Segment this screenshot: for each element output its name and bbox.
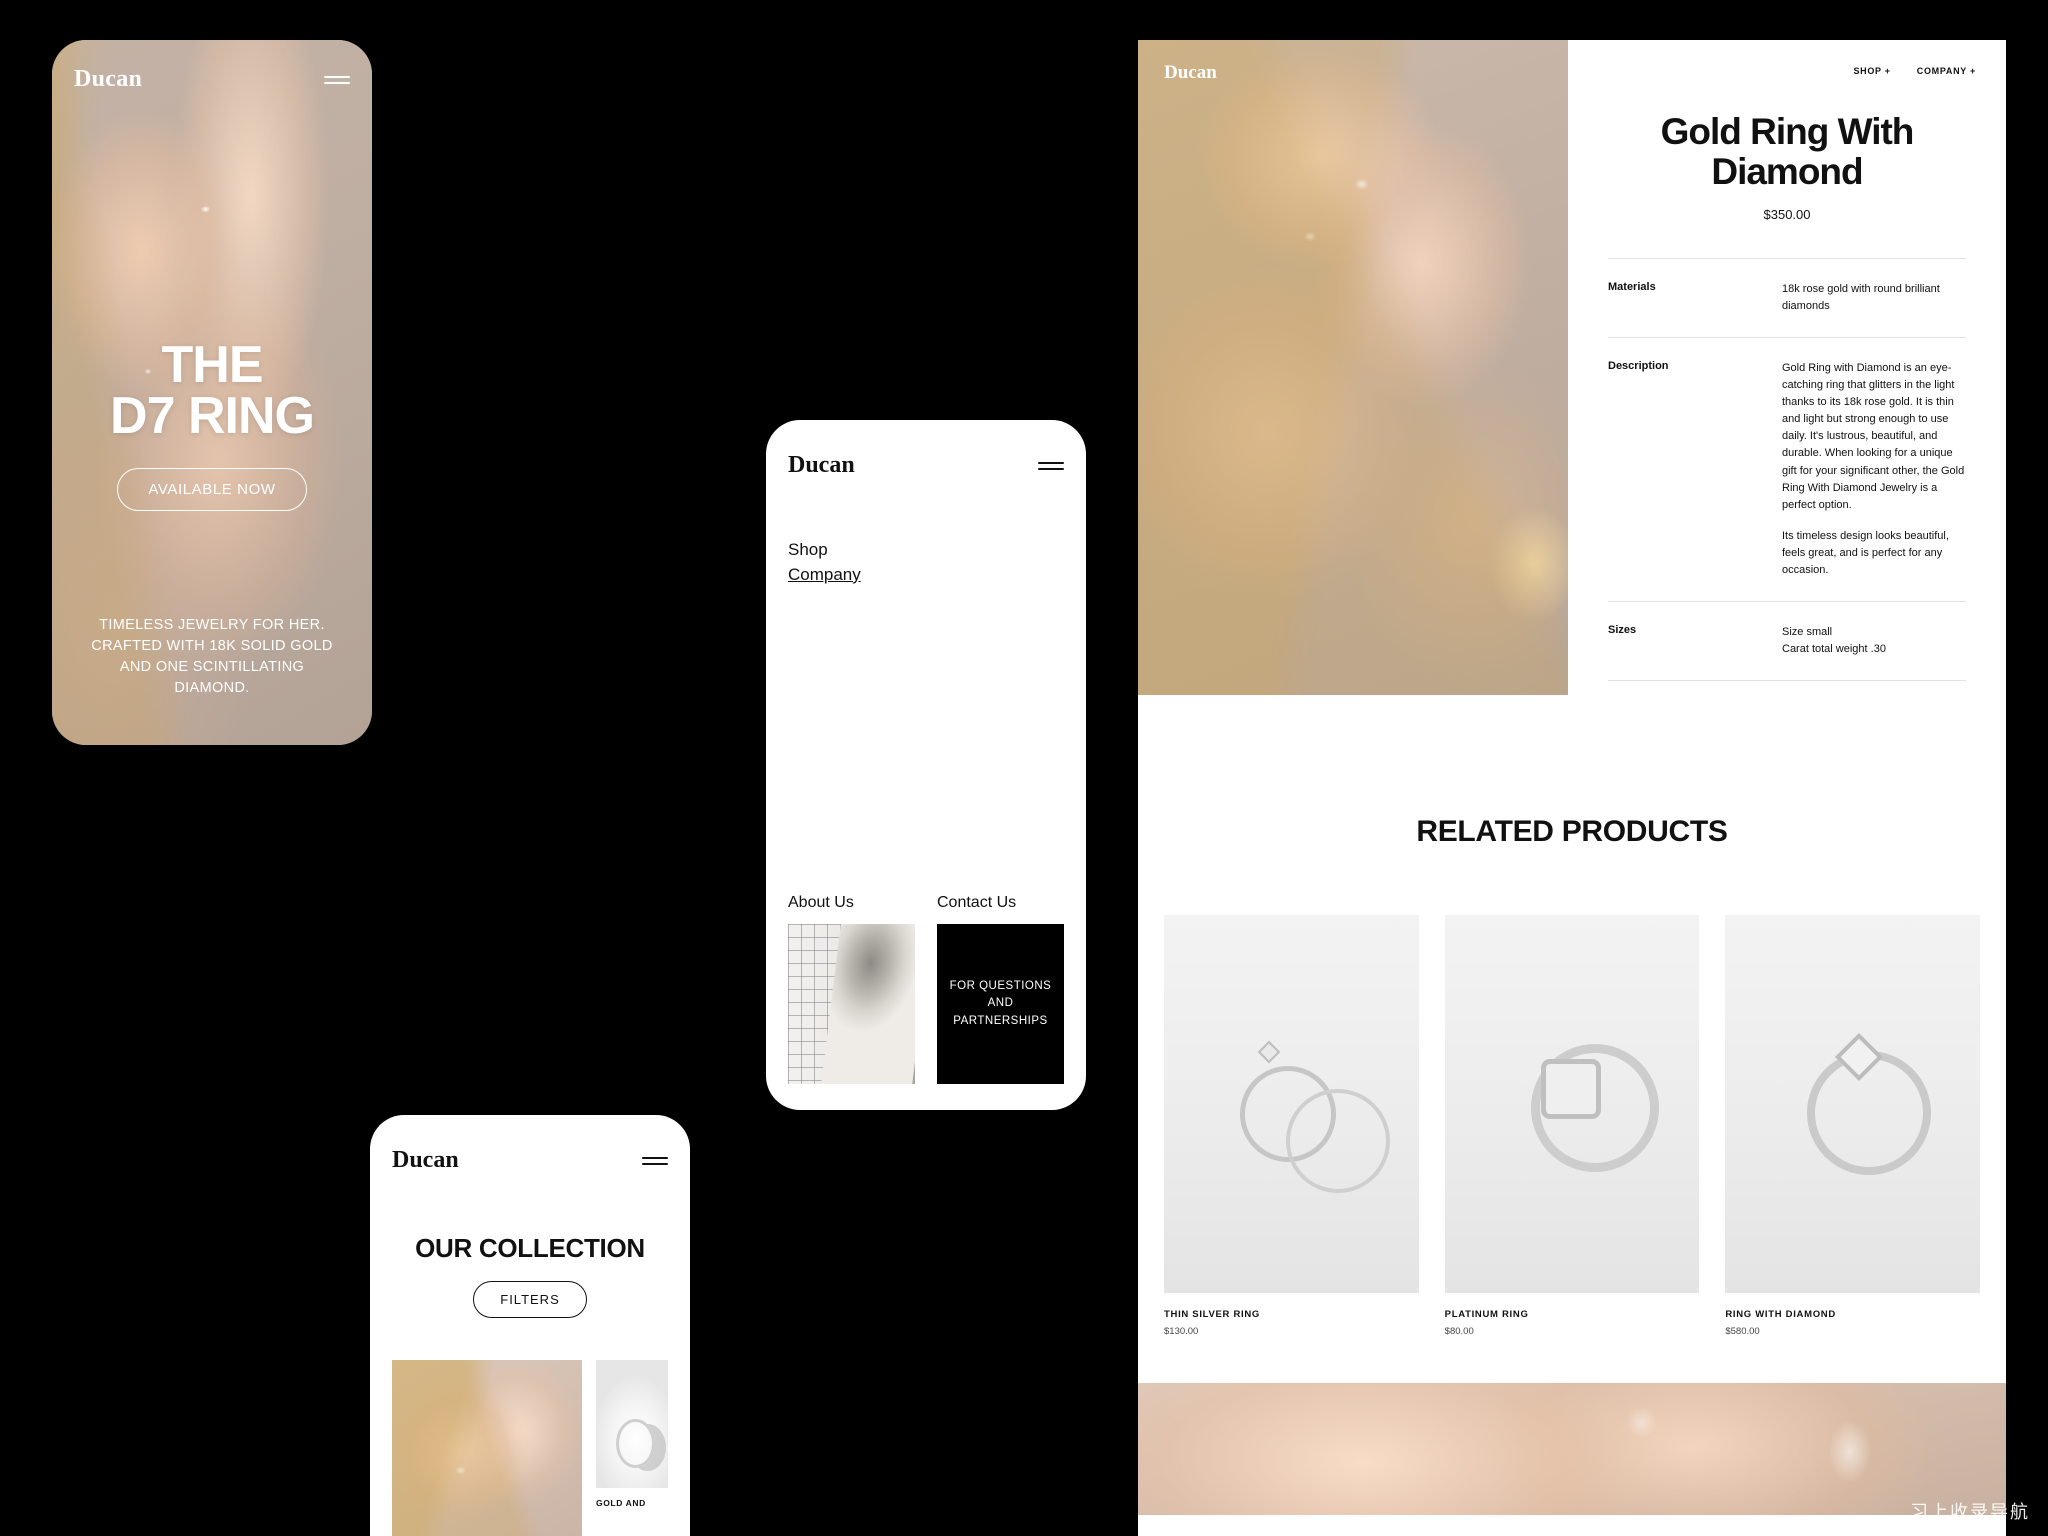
product-thumbnail — [1164, 915, 1419, 1293]
mockup-desktop-product-page: Ducan SHOP + COMPANY + Gold Ring With Di… — [1138, 40, 2006, 1536]
mockup-phone-hero: Ducan THE D7 RING AVAILABLE NOW TIMELESS… — [52, 40, 372, 745]
product-title: Gold Ring With Diamond — [1660, 111, 1915, 192]
collection-grid: GOLD AND — [392, 1360, 668, 1536]
footer-contact-block: Contact Us FOR QUESTIONS AND PARTNERSHIP… — [937, 894, 1064, 1084]
spec-row-materials: Materials 18k rose gold with round brill… — [1608, 258, 1966, 337]
mockup-phone-menu: Ducan Shop Company About Us Contact Us F… — [766, 420, 1086, 1110]
brand-logo: Ducan — [74, 66, 143, 92]
footer-about-label[interactable]: About Us — [788, 894, 915, 912]
desktop-bottom-image — [1138, 1383, 2006, 1515]
product-card-price: $80.00 — [1444, 1326, 1474, 1337]
spec-value: Size small Carat total weight .30 — [1782, 624, 1966, 658]
related-products-grid: THIN SILVER RING $130.00 PLATINUM RING $… — [1138, 849, 2006, 1337]
watermark-text: 习上收录导航 — [1910, 1502, 2030, 1523]
product-info-column: Gold Ring With Diamond $350.00 Materials… — [1568, 40, 2006, 695]
spec-paragraph: Gold Ring with Diamond is an eye-catchin… — [1782, 362, 1965, 511]
product-card-name: PLATINUM RING — [1444, 1309, 1529, 1320]
product-card[interactable]: PLATINUM RING $80.00 — [1444, 915, 1700, 1337]
mockup-phone-collection: Ducan OUR COLLECTION FILTERS GOLD AND — [370, 1115, 690, 1536]
collection-card-small[interactable]: GOLD AND — [596, 1360, 668, 1536]
product-card-price: $130.00 — [1164, 1326, 1199, 1337]
collection-page-title: OUR COLLECTION — [415, 1233, 645, 1263]
available-now-button[interactable]: AVAILABLE NOW — [117, 467, 307, 511]
hero-headline: THE D7 RING — [52, 339, 372, 445]
hero-content: THE D7 RING AVAILABLE NOW — [52, 339, 372, 511]
spec-key: Description — [1608, 360, 1669, 373]
hero-headline-line-2: D7 RING — [110, 386, 315, 445]
product-card[interactable]: RING WITH DIAMOND $580.00 — [1725, 915, 1981, 1337]
filters-button[interactable]: FILTERS — [473, 1281, 587, 1318]
about-thumbnail-image[interactable] — [788, 924, 915, 1084]
product-card-name: THIN SILVER RING — [1164, 1309, 1260, 1320]
desktop-nav: SHOP + COMPANY + — [1853, 66, 1976, 76]
product-card-price: $580.00 — [1725, 1326, 1760, 1337]
menu-nav-links: Shop Company — [788, 538, 861, 587]
footer-contact-label[interactable]: Contact Us — [937, 894, 1064, 912]
collection-card-large[interactable] — [392, 1360, 582, 1536]
menu-topbar: Ducan — [788, 452, 1064, 479]
related-products-title: RELATED PRODUCTS — [1416, 815, 1728, 848]
collection-topbar: Ducan — [392, 1147, 668, 1174]
brand-logo: Ducan — [392, 1147, 459, 1173]
spec-paragraph: 18k rose gold with round brilliant diamo… — [1782, 283, 1940, 313]
hero-headline-line-1: THE — [161, 336, 264, 394]
hamburger-menu-icon[interactable] — [642, 1156, 668, 1165]
menu-footer: About Us Contact Us FOR QUESTIONS AND PA… — [788, 894, 1064, 1084]
spec-row-description: Description Gold Ring with Diamond is an… — [1608, 337, 1966, 601]
spec-paragraph: Its timeless design looks beautiful, fee… — [1782, 529, 1949, 576]
spec-value: Gold Ring with Diamond is an eye-catchin… — [1782, 360, 1966, 579]
spec-key: Sizes — [1608, 623, 1637, 636]
contact-card-text: FOR QUESTIONS AND PARTNERSHIPS — [949, 980, 1052, 1027]
spec-paragraph: Size small Carat total weight .30 — [1782, 625, 1886, 655]
product-price: $350.00 — [1763, 207, 1811, 223]
product-card[interactable]: THIN SILVER RING $130.00 — [1164, 915, 1419, 1337]
product-spec-table: Materials 18k rose gold with round brill… — [1608, 258, 1966, 681]
hero-tagline: TIMELESS JEWELRY FOR HER. CRAFTED WITH 1… — [91, 616, 333, 696]
product-hero-image: Ducan — [1138, 40, 1568, 695]
spec-row-sizes: Sizes Size small Carat total weight .30 — [1608, 600, 1966, 681]
canvas: Ducan THE D7 RING AVAILABLE NOW TIMELESS… — [0, 0, 2048, 1536]
spec-value: 18k rose gold with round brilliant diamo… — [1782, 281, 1966, 315]
hamburger-menu-icon[interactable] — [1038, 461, 1064, 470]
contact-card[interactable]: FOR QUESTIONS AND PARTNERSHIPS — [937, 924, 1064, 1084]
product-hero-row: Ducan SHOP + COMPANY + Gold Ring With Di… — [1138, 40, 2006, 695]
collection-card-small-image — [596, 1360, 668, 1488]
menu-link-shop[interactable]: Shop — [788, 538, 861, 563]
footer-about-block: About Us — [788, 894, 915, 1084]
nav-item-shop[interactable]: SHOP + — [1853, 66, 1890, 76]
menu-link-company[interactable]: Company — [788, 563, 861, 588]
product-thumbnail — [1444, 915, 1700, 1293]
spec-key: Materials — [1608, 281, 1656, 294]
brand-logo: Ducan — [788, 452, 855, 478]
collection-filters-row: FILTERS — [370, 1281, 690, 1318]
product-thumbnail — [1725, 915, 1981, 1293]
hero-topbar: Ducan — [74, 66, 350, 93]
collection-card-small-caption: GOLD AND — [596, 1498, 646, 1508]
product-card-name: RING WITH DIAMOND — [1725, 1309, 1836, 1320]
brand-logo: Ducan — [1164, 62, 1217, 83]
nav-item-company[interactable]: COMPANY + — [1917, 66, 1976, 76]
hamburger-menu-icon[interactable] — [324, 75, 350, 84]
